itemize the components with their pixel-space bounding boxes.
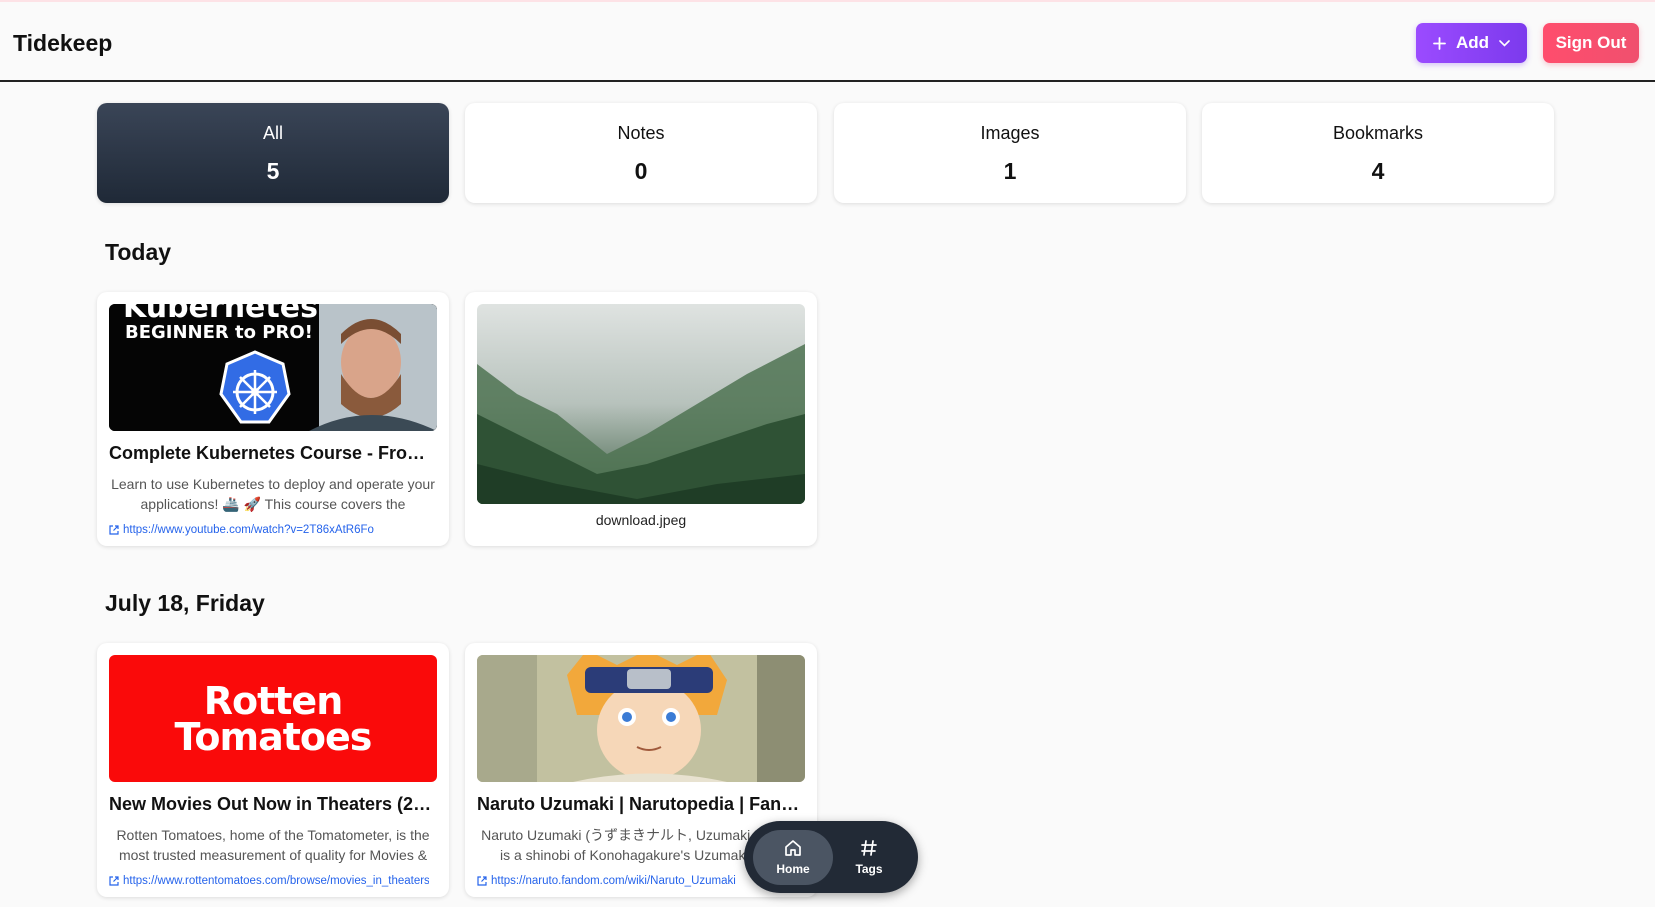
logo-line-1: Rotten [203,679,344,723]
bottom-nav: Home Tags [744,821,918,893]
bookmark-link[interactable]: https://www.youtube.com/watch?v=2T86xAtR… [109,524,429,536]
bookmark-url: https://naruto.fandom.com/wiki/Naruto_Uz… [491,875,736,887]
bookmark-description: Learn to use Kubernetes to deploy and op… [111,476,435,512]
filter-notes[interactable]: Notes 0 [465,103,817,203]
bookmark-title: Complete Kubernetes Course - From BEGINN… [109,443,437,463]
filter-all-label: All [262,123,283,143]
nav-tags[interactable]: Tags [829,830,909,885]
section-title-today: Today [105,239,172,265]
filter-all-count: 5 [266,158,280,184]
bookmark-thumbnail: Kubernetes BEGINNER to PRO! [109,304,437,431]
forest-image [477,304,805,504]
app-brand: Tidekeep [13,30,113,56]
section-title-july-18: July 18, Friday [105,590,265,616]
naruto-thumbnail-art [477,655,805,782]
app-header: Tidekeep Add Sign Out [0,2,1655,82]
nav-tags-label: Tags [855,862,883,876]
external-link-icon [477,876,487,886]
thumbnail-subtitle-text: BEGINNER to PRO! [125,322,313,343]
add-button[interactable]: Add [1416,23,1527,63]
chevron-down-icon [1499,39,1510,47]
hash-icon [861,840,877,856]
external-link-icon [109,876,119,886]
home-icon [785,840,801,856]
bookmark-card-kubernetes[interactable]: Kubernetes BEGINNER to PRO! Complete Kub… [97,292,449,546]
bookmark-title: New Movies Out Now in Theaters (2025) [109,794,437,814]
image-thumbnail [477,304,805,504]
bookmark-card-rotten-tomatoes[interactable]: Rotten Tomatoes New Movies Out Now in Th… [97,643,449,897]
bookmark-url: https://www.rottentomatoes.com/browse/mo… [123,875,429,887]
filter-bookmarks-label: Bookmarks [1332,123,1424,143]
external-link-icon [109,525,119,535]
bookmark-thumbnail [477,655,805,782]
filter-images[interactable]: Images 1 [834,103,1186,203]
image-card-download[interactable]: download.jpeg [465,292,817,546]
filter-images-count: 1 [1003,158,1017,184]
bookmark-description: Rotten Tomatoes, home of the Tomatometer… [116,827,430,863]
filter-bookmarks-count: 4 [1371,158,1385,184]
filter-notes-count: 0 [634,158,648,184]
filter-images-label: Images [980,123,1040,143]
plus-icon [1433,36,1446,50]
bookmark-link[interactable]: https://www.rottentomatoes.com/browse/mo… [109,875,429,887]
bookmark-thumbnail: Rotten Tomatoes [109,655,437,782]
sign-out-button[interactable]: Sign Out [1543,23,1639,63]
add-button-label: Add [1455,33,1490,52]
bookmark-title: Naruto Uzumaki | Narutopedia | Fandom [477,794,805,814]
bookmark-url: https://www.youtube.com/watch?v=2T86xAtR… [123,524,374,536]
image-caption: download.jpeg [595,512,687,528]
filter-all[interactable]: All 5 [97,103,449,203]
nav-home[interactable]: Home [753,830,833,885]
filter-notes-label: Notes [617,123,665,143]
logo-line-2: Tomatoes [174,715,373,759]
nav-home-label: Home [776,862,810,876]
rotten-tomatoes-logo: Rotten Tomatoes [109,679,437,759]
filter-bookmarks[interactable]: Bookmarks 4 [1202,103,1554,203]
